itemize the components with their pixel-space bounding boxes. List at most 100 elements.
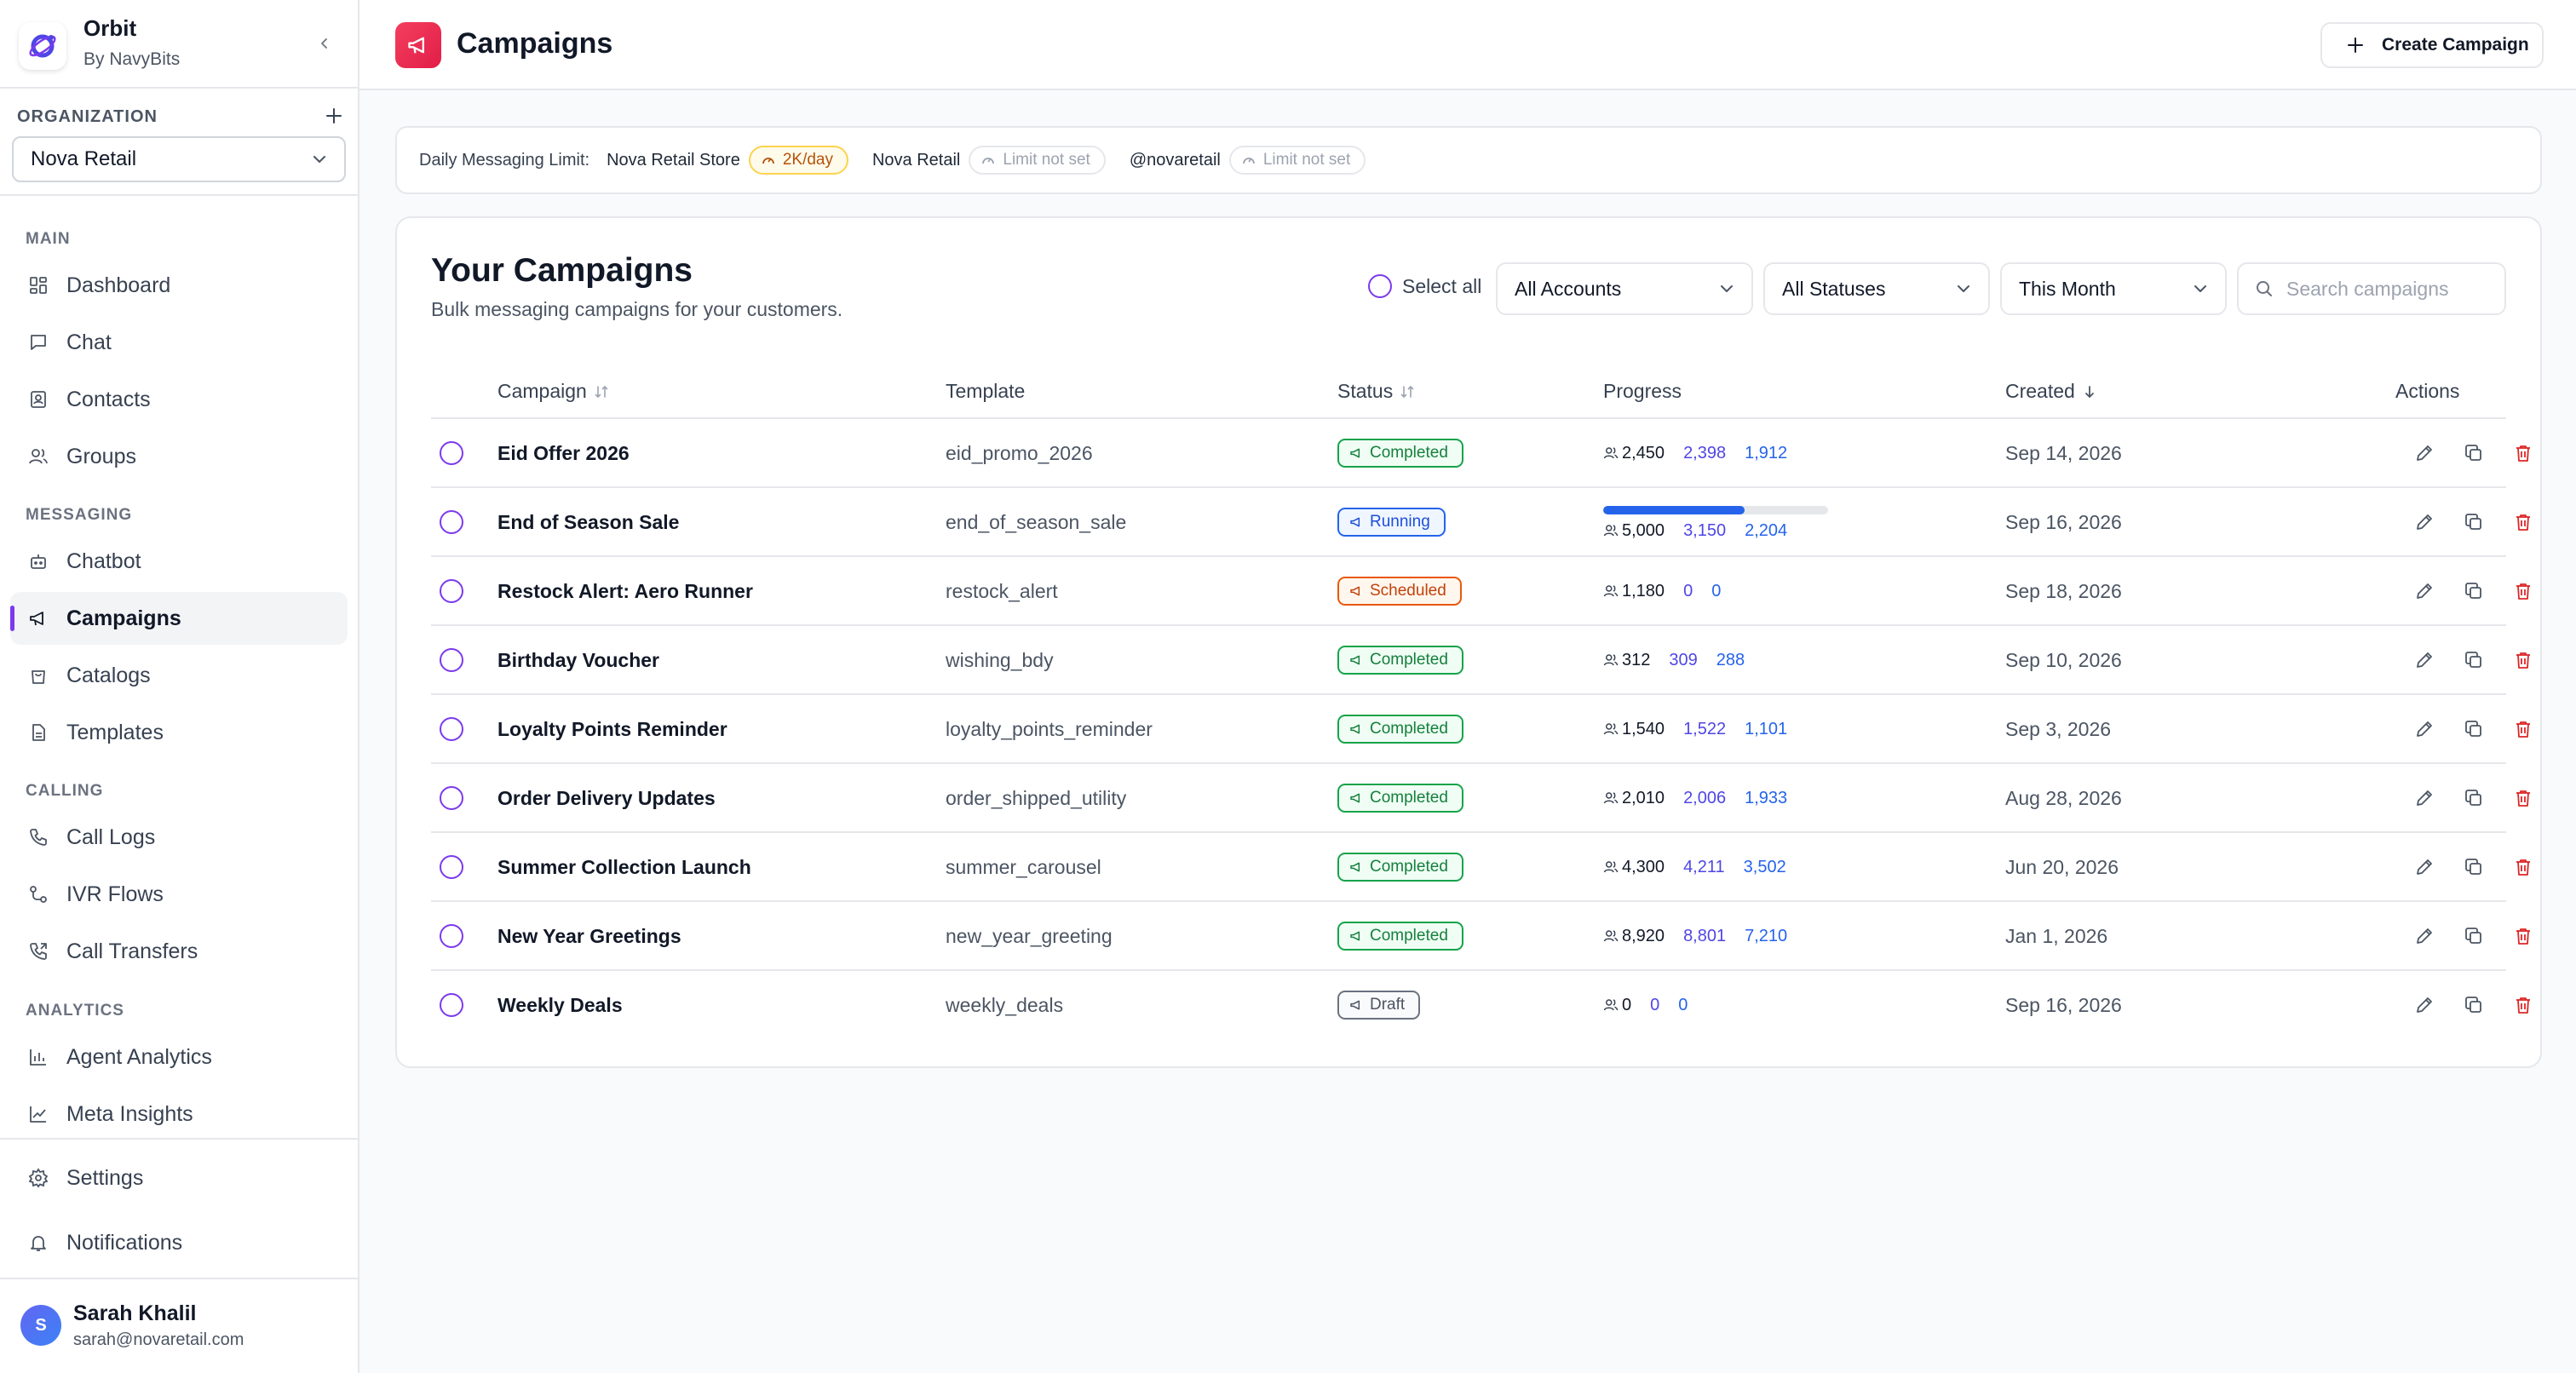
sidebar-item-call-transfers[interactable]: Call Transfers bbox=[10, 925, 348, 978]
sidebar-item-chatbot[interactable]: Chatbot bbox=[10, 535, 348, 588]
campaign-name[interactable]: Birthday Voucher bbox=[497, 626, 659, 694]
select-all-checkbox[interactable]: Select all bbox=[1368, 274, 1481, 298]
brand: Orbit By NavyBits bbox=[0, 0, 358, 89]
sidebar-item-groups[interactable]: Groups bbox=[10, 430, 348, 483]
duplicate-button[interactable] bbox=[2457, 436, 2491, 470]
copy-icon bbox=[2465, 928, 2481, 944]
table-row[interactable]: Loyalty Points Reminder loyalty_points_re… bbox=[431, 695, 2530, 764]
campaign-name[interactable]: Restock Alert: Aero Runner bbox=[497, 557, 753, 625]
delete-button[interactable] bbox=[2506, 919, 2540, 953]
duplicate-button[interactable] bbox=[2457, 988, 2491, 1022]
row-select-radio[interactable] bbox=[440, 441, 463, 465]
campaign-name[interactable]: New Year Greetings bbox=[497, 902, 681, 970]
campaign-name[interactable]: End of Season Sale bbox=[497, 488, 679, 556]
row-select-radio[interactable] bbox=[440, 510, 463, 534]
create-campaign-button[interactable]: Create Campaign bbox=[2320, 22, 2544, 68]
user-profile[interactable]: S Sarah Khalil sarah@novaretail.com bbox=[0, 1278, 358, 1373]
period-filter-select[interactable]: This Month bbox=[2000, 262, 2227, 315]
duplicate-button[interactable] bbox=[2457, 643, 2491, 677]
table-row[interactable]: End of Season Sale end_of_season_sale Runn… bbox=[431, 488, 2530, 557]
edit-button[interactable] bbox=[2407, 850, 2441, 884]
table-row[interactable]: Restock Alert: Aero Runner restock_alert S… bbox=[431, 557, 2530, 626]
edit-button[interactable] bbox=[2407, 643, 2441, 677]
edit-button[interactable] bbox=[2407, 436, 2441, 470]
edit-button[interactable] bbox=[2407, 919, 2441, 953]
recipients-total: 4,300 bbox=[1622, 857, 1665, 876]
table-row[interactable]: Order Delivery Updates order_shipped_util… bbox=[431, 764, 2530, 833]
column-header-status[interactable]: Status bbox=[1337, 380, 1415, 403]
edit-button[interactable] bbox=[2407, 781, 2441, 815]
sidebar-item-settings[interactable]: Settings bbox=[10, 1152, 348, 1204]
delete-button[interactable] bbox=[2506, 712, 2540, 746]
duplicate-button[interactable] bbox=[2457, 850, 2491, 884]
sidebar-item-dashboard[interactable]: Dashboard bbox=[10, 259, 348, 312]
phone-icon bbox=[27, 826, 49, 848]
sidebar-item-contacts[interactable]: Contacts bbox=[10, 373, 348, 426]
campaign-name[interactable]: Order Delivery Updates bbox=[497, 764, 716, 832]
table-row[interactable]: Eid Offer 2026 eid_promo_2026 Completed 2,4… bbox=[431, 419, 2530, 488]
search-box[interactable] bbox=[2237, 262, 2506, 315]
sidebar-item-agent-analytics[interactable]: Agent Analytics bbox=[10, 1031, 348, 1083]
edit-button[interactable] bbox=[2407, 988, 2441, 1022]
sent-count: 309 bbox=[1669, 650, 1698, 669]
duplicate-button[interactable] bbox=[2457, 712, 2491, 746]
edit-button[interactable] bbox=[2407, 574, 2441, 608]
row-select-radio[interactable] bbox=[440, 993, 463, 1017]
delete-button[interactable] bbox=[2506, 850, 2540, 884]
organization-select[interactable]: Nova Retail bbox=[12, 136, 346, 182]
row-select-radio[interactable] bbox=[440, 717, 463, 741]
recipients-total: 2,450 bbox=[1622, 443, 1665, 462]
row-select-radio[interactable] bbox=[440, 855, 463, 879]
campaign-name[interactable]: Loyalty Points Reminder bbox=[497, 695, 727, 763]
sidebar-item-templates[interactable]: Templates bbox=[10, 706, 348, 759]
delete-button[interactable] bbox=[2506, 436, 2540, 470]
sidebar-item-campaigns[interactable]: Campaigns bbox=[10, 592, 348, 645]
duplicate-button[interactable] bbox=[2457, 781, 2491, 815]
campaign-name[interactable]: Summer Collection Launch bbox=[497, 833, 751, 901]
sidebar-item-call-logs[interactable]: Call Logs bbox=[10, 811, 348, 864]
delete-button[interactable] bbox=[2506, 505, 2540, 539]
row-select-radio[interactable] bbox=[440, 648, 463, 672]
search-input[interactable] bbox=[2286, 277, 2499, 301]
table-row[interactable]: Summer Collection Launch summer_carousel C… bbox=[431, 833, 2530, 902]
sidebar-item-chat[interactable]: Chat bbox=[10, 316, 348, 369]
read-count: 288 bbox=[1716, 650, 1745, 669]
duplicate-button[interactable] bbox=[2457, 505, 2491, 539]
sidebar-item-catalogs[interactable]: Catalogs bbox=[10, 649, 348, 702]
row-select-radio[interactable] bbox=[440, 786, 463, 810]
duplicate-button[interactable] bbox=[2457, 919, 2491, 953]
table-row[interactable]: Birthday Voucher wishing_bdy Completed 312 3… bbox=[431, 626, 2530, 695]
sidebar-item-ivr-flows[interactable]: IVR Flows bbox=[10, 868, 348, 921]
select-all-radio[interactable] bbox=[1368, 274, 1392, 298]
users-icon bbox=[1603, 445, 1619, 461]
row-select-radio[interactable] bbox=[440, 579, 463, 603]
sidebar-item-meta-insights[interactable]: Meta Insights bbox=[10, 1088, 348, 1140]
column-header-campaign[interactable]: Campaign bbox=[497, 380, 609, 403]
duplicate-button[interactable] bbox=[2457, 574, 2491, 608]
sidebar-item-notifications[interactable]: Notifications bbox=[10, 1216, 348, 1269]
row-select-radio[interactable] bbox=[440, 924, 463, 948]
campaign-name[interactable]: Weekly Deals bbox=[497, 971, 623, 1039]
sidebar-divider bbox=[0, 1138, 358, 1140]
collapse-sidebar-button[interactable] bbox=[312, 31, 337, 56]
trash-icon bbox=[2516, 928, 2530, 945]
edit-button[interactable] bbox=[2407, 712, 2441, 746]
recipients-total: 5,000 bbox=[1622, 520, 1665, 540]
chevron-down-icon bbox=[313, 156, 325, 163]
campaign-name[interactable]: Eid Offer 2026 bbox=[497, 419, 630, 487]
row-actions bbox=[2407, 695, 2540, 763]
accounts-filter-select[interactable]: All Accounts bbox=[1496, 262, 1753, 315]
delete-button[interactable] bbox=[2506, 781, 2540, 815]
delete-button[interactable] bbox=[2506, 643, 2540, 677]
users-icon bbox=[1603, 928, 1619, 944]
add-organization-button[interactable] bbox=[322, 104, 346, 128]
table-row[interactable]: Weekly Deals weekly_deals Draft 0 0 0 Sep 16, … bbox=[431, 971, 2530, 1040]
table-row[interactable]: New Year Greetings new_year_greeting Compl… bbox=[431, 902, 2530, 971]
column-header-created[interactable]: Created bbox=[2005, 380, 2097, 403]
delete-button[interactable] bbox=[2506, 574, 2540, 608]
progress-bar-fill bbox=[1603, 505, 1745, 514]
delete-button[interactable] bbox=[2506, 988, 2540, 1022]
edit-button[interactable] bbox=[2407, 505, 2441, 539]
status-cell: Completed bbox=[1337, 764, 1463, 832]
status-filter-select[interactable]: All Statuses bbox=[1763, 262, 1990, 315]
